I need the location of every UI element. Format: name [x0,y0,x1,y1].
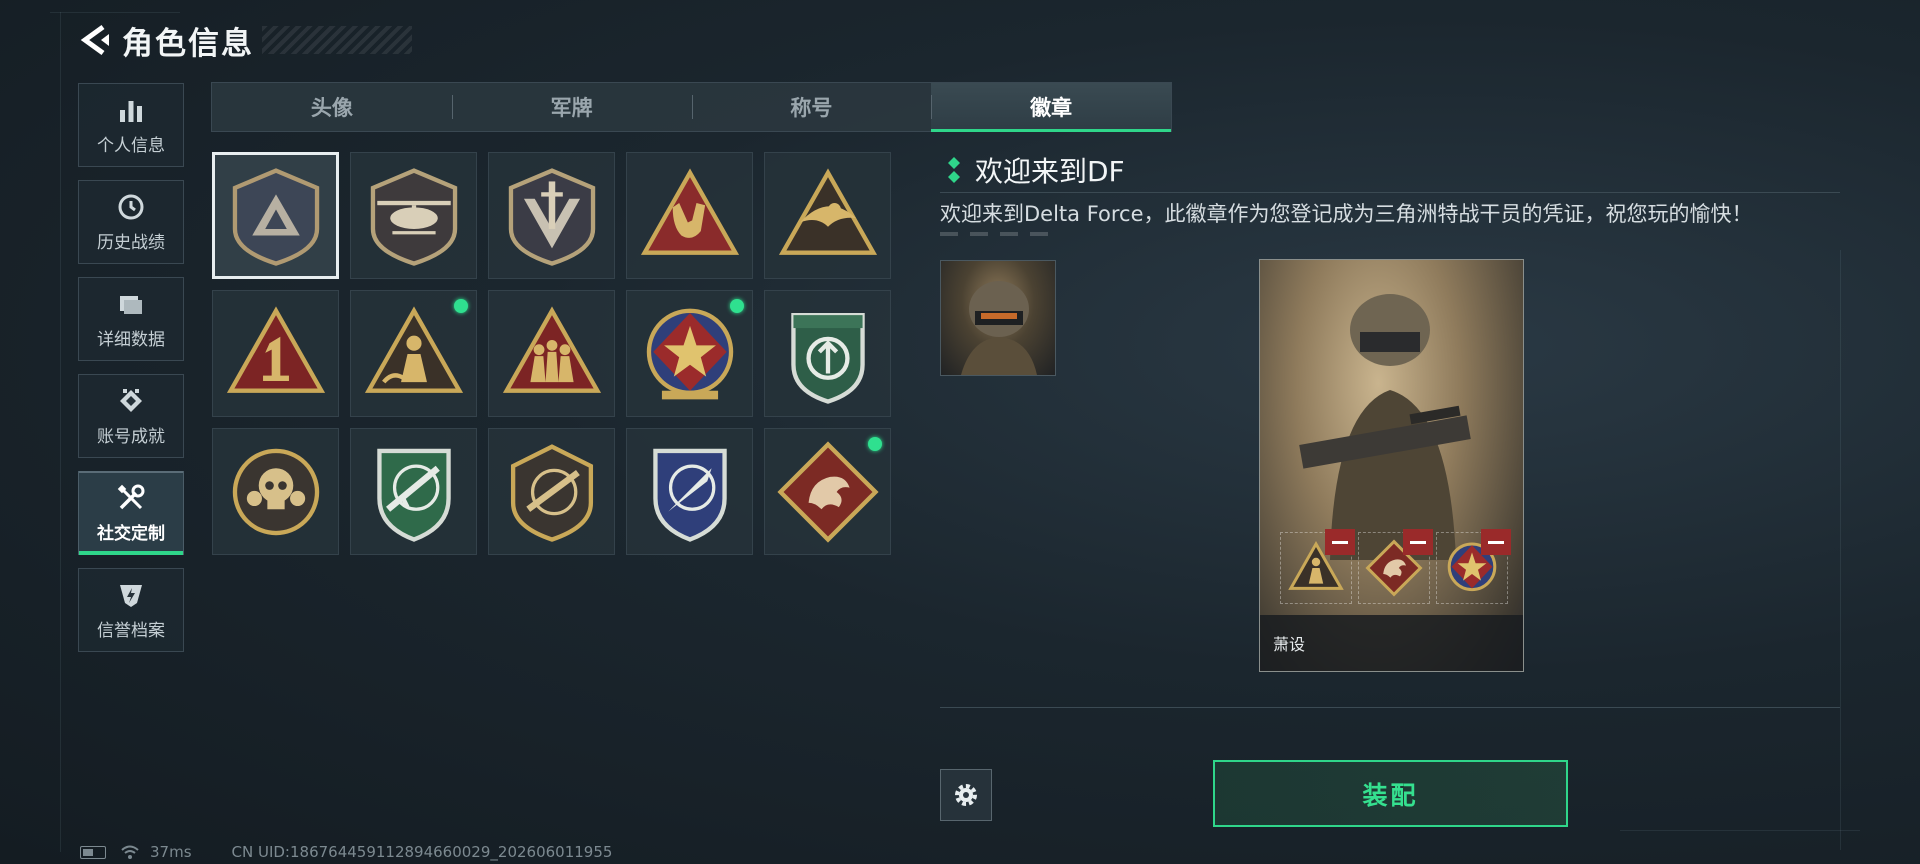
helicopter-badge [370,167,457,266]
sidebar-item-credit-record[interactable]: 信誉档案 [78,568,184,652]
equipped-badges [1280,529,1511,604]
dagger-shield-badge [508,167,595,266]
operator-figure-icon [1299,294,1471,560]
soldier-triangle-badge [364,305,463,393]
badge-cell[interactable] [350,428,477,555]
badge-description: 欢迎来到Delta Force，此徽章作为您登记成为三角洲特战干员的凭证，祝您玩… [940,202,1753,226]
sidebar-item-label: 个人信息 [97,135,165,156]
bar-chart-icon [116,95,146,125]
badge-name: 欢迎来到DF [975,155,1125,188]
back-arrow-icon [80,24,109,56]
sidebar-item-history[interactable]: 历史战绩 [78,180,184,264]
sidebar: 个人信息 历史战绩 详细数据 账号成就 社交定制 信誉档案 [78,83,186,665]
dragon-diamond-badge [776,440,879,543]
rifle-round-badge [510,443,593,542]
rock-hand-triangle-badge [640,167,739,255]
skull-round-badge [232,448,319,535]
category-tabs: 头像 军牌 称号 徽章 [211,82,1172,132]
tab-avatar[interactable]: 头像 [212,83,452,131]
tools-icon [116,483,146,513]
new-indicator-dot [730,299,744,313]
equip-button-label: 装配 [1362,780,1419,810]
frame-line [60,12,61,852]
operator-name: 萧设 [1273,635,1306,654]
remove-badge-button[interactable] [1481,529,1511,555]
frame-line [1620,830,1860,831]
badge-cell[interactable] [764,290,891,417]
operator-card: 萧设 [1259,259,1524,672]
sidebar-item-achievements[interactable]: 账号成就 [78,374,184,458]
badge-cell[interactable] [488,428,615,555]
back-button[interactable] [78,23,112,57]
clock-icon [116,192,146,222]
equipped-badge-slot[interactable] [1436,529,1511,604]
divider [940,192,1840,193]
badge-cell[interactable] [626,290,753,417]
tab-dog-tag[interactable]: 军牌 [451,83,692,131]
equipped-badge-slot[interactable] [1358,529,1433,604]
folder-icon [116,289,146,319]
star-medal-badge [646,308,733,399]
badge-cell[interactable] [626,152,753,279]
achievement-icon [116,386,146,416]
operator-avatar[interactable] [940,260,1056,376]
credit-shield-icon [116,580,146,610]
wifi-icon [121,845,139,859]
badge-detail-title: 欢迎来到DF [945,150,1125,190]
green-shield-badge [790,312,865,404]
bird-triangle-badge [778,167,877,255]
sidebar-item-label: 信誉档案 [97,620,165,641]
badge-cell[interactable] [488,152,615,279]
gear-icon [955,784,977,806]
equipped-badge-slot[interactable] [1280,529,1355,604]
title-decoration [262,26,412,54]
operator-portrait-icon [961,281,1037,375]
frame-line [50,12,180,13]
badge-cell[interactable] [212,152,339,279]
remove-badge-button[interactable] [1325,529,1355,555]
badge-cell[interactable] [626,428,753,555]
description-decoration [940,232,1060,236]
battery-icon [80,845,106,859]
tab-title[interactable]: 称号 [691,83,932,131]
sidebar-item-label: 社交定制 [97,523,165,544]
badge-cell[interactable] [350,290,477,417]
divider [940,707,1840,708]
frame-line [1840,250,1841,850]
squad-triangle-badge [502,305,601,393]
new-indicator-dot [454,299,468,313]
badge-cell[interactable] [488,290,615,417]
sidebar-item-label: 历史战绩 [97,232,165,253]
new-indicator-dot [868,437,882,451]
badge-grid [212,152,891,555]
badge-cell[interactable] [212,290,339,417]
page-header: 角色信息 [78,18,412,62]
sidebar-item-label: 账号成就 [97,426,165,447]
badge-cell[interactable] [350,152,477,279]
ping-value: 37ms [150,843,192,861]
equip-button[interactable]: 装配 [1213,760,1568,827]
remove-badge-button[interactable] [1403,529,1433,555]
status-bar: 37ms CN UID:18676445911289466002­9_20260… [80,843,612,861]
page-title: 角色信息 [122,25,254,62]
knife-blue-shield-badge [652,448,727,542]
sidebar-item-personal-info[interactable]: 个人信息 [78,83,184,167]
diamond-marker-icon [948,157,960,183]
sidebar-item-social-custom[interactable]: 社交定制 [78,471,184,555]
rifle-green-shield-badge [376,448,451,542]
badge-cell[interactable] [764,152,891,279]
badge-cell[interactable] [764,428,891,555]
settings-button[interactable] [940,769,992,821]
number-one-triangle-badge [226,305,325,393]
delta-triangle-shield-badge [232,167,319,266]
uid-text: CN UID:18676445911289466002­9_2026060119… [231,843,613,861]
badge-cell[interactable] [212,428,339,555]
sidebar-item-label: 详细数据 [97,329,165,350]
tab-badge[interactable]: 徽章 [931,83,1171,132]
sidebar-item-detailed-data[interactable]: 详细数据 [78,277,184,361]
